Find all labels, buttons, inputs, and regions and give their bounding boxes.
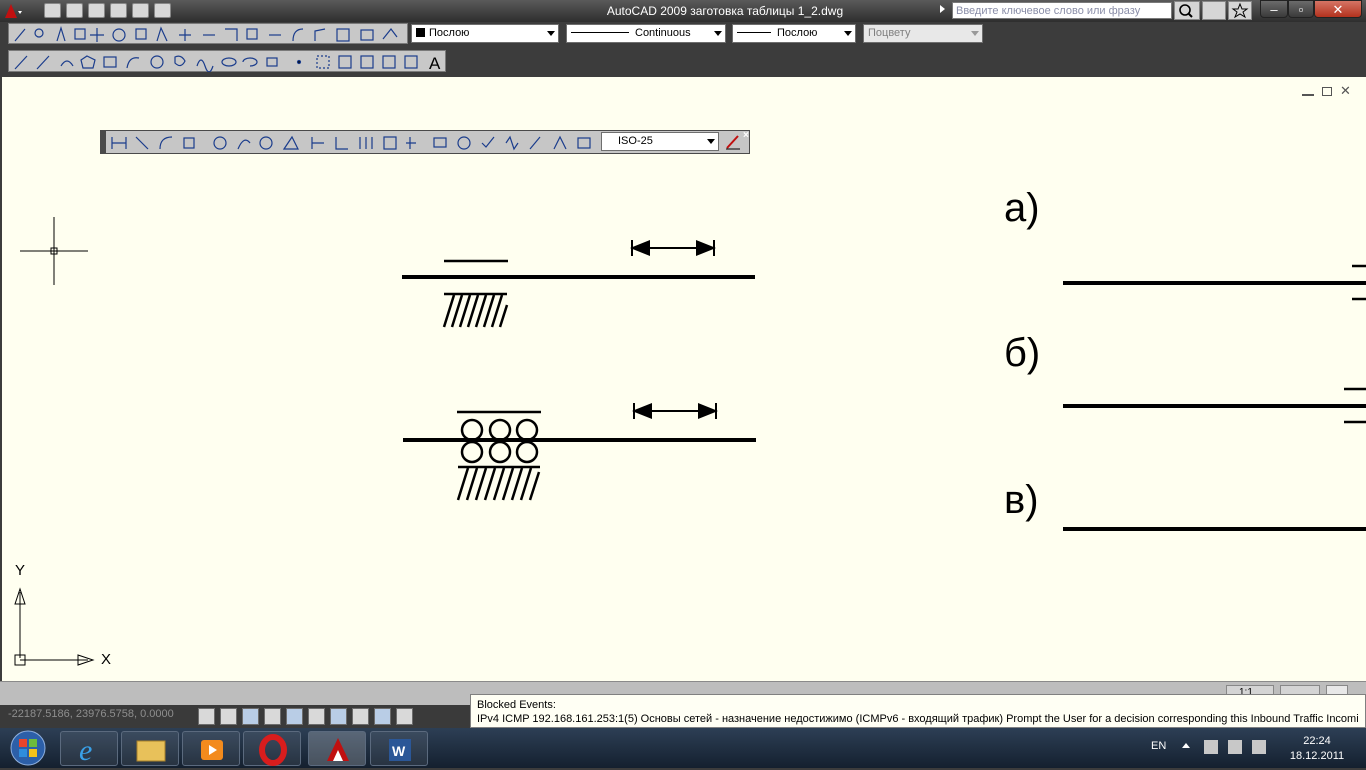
- clock-time: 22:24: [1303, 735, 1331, 747]
- lineweight-dropdown[interactable]: Послою: [732, 24, 856, 43]
- redo-icon[interactable]: [154, 3, 171, 18]
- color-dropdown[interactable]: Послою: [411, 24, 559, 43]
- label-a: а): [1004, 186, 1040, 230]
- volume-icon[interactable]: [1252, 740, 1266, 754]
- label-v: в): [1004, 478, 1039, 522]
- taskbar-word-icon[interactable]: W: [370, 731, 428, 766]
- ucs-y-label: Y: [15, 562, 26, 579]
- modify-tools-icon[interactable]: [11, 25, 407, 44]
- dimension-style-value: ISO-25: [618, 135, 653, 147]
- draw-toolbar: A: [8, 50, 446, 72]
- plotstyle-dropdown[interactable]: Поцвету: [863, 24, 983, 43]
- search-input[interactable]: Введите ключевое слово или фразу: [952, 2, 1172, 19]
- minimize-button[interactable]: –: [1260, 0, 1288, 18]
- lineweight-value: Послою: [777, 27, 818, 39]
- svg-text:W: W: [392, 743, 406, 759]
- start-button[interactable]: [2, 729, 54, 767]
- taskbar-opera-icon[interactable]: [243, 731, 301, 766]
- linetype-dropdown[interactable]: Continuous: [566, 24, 726, 43]
- dimension-style-manager-icon[interactable]: [724, 133, 742, 151]
- ducs-icon[interactable]: [330, 708, 347, 725]
- linetype-sample: [571, 32, 629, 33]
- network-warning-icon[interactable]: [1204, 740, 1218, 754]
- taskbar-explorer-icon[interactable]: [121, 731, 179, 766]
- label-b: б): [1004, 331, 1041, 375]
- polar-icon[interactable]: [264, 708, 281, 725]
- tooltip-title: Blocked Events:: [477, 699, 556, 711]
- osnap-icon[interactable]: [286, 708, 303, 725]
- communication-center-icon[interactable]: [1202, 1, 1226, 20]
- otrack-icon[interactable]: [308, 708, 325, 725]
- toolbar-close-icon[interactable]: ×: [743, 130, 749, 141]
- color-value: Послою: [429, 27, 470, 39]
- blocked-events-tooltip[interactable]: Blocked Events: IPv4 ICMP 192.168.161.25…: [470, 694, 1366, 728]
- new-file-icon[interactable]: [44, 3, 61, 18]
- taskbar-ie-icon[interactable]: e: [60, 731, 118, 767]
- linetype-value: Continuous: [635, 27, 691, 39]
- window-title: AutoCAD 2009 заготовка таблицы 1_2.dwg: [606, 4, 844, 18]
- modify-toolbar: [8, 23, 408, 44]
- maximize-button[interactable]: ▫: [1288, 0, 1314, 18]
- coordinates-readout: -22187.5186, 23976.5758, 0.0000: [8, 708, 174, 720]
- action-center-icon[interactable]: [1228, 740, 1242, 754]
- expand-arrow-icon[interactable]: [940, 5, 945, 13]
- taskbar-autocad-icon[interactable]: [308, 731, 366, 766]
- quick-properties-icon[interactable]: [396, 708, 413, 725]
- close-button[interactable]: ✕: [1314, 0, 1362, 18]
- system-clock[interactable]: 22:24 18.12.2011: [1272, 734, 1362, 764]
- save-icon[interactable]: [88, 3, 105, 18]
- lineweight-sample: [737, 32, 771, 33]
- svg-text:e: e: [79, 734, 92, 767]
- title-bar: AutoCAD 2009 заготовка таблицы 1_2.dwg В…: [0, 0, 1366, 22]
- color-swatch: [416, 28, 425, 37]
- undo-icon[interactable]: [132, 3, 149, 18]
- clock-date: 18.12.2011: [1289, 750, 1345, 762]
- dimension-style-dropdown[interactable]: ISO-25: [601, 132, 719, 151]
- search-icon[interactable]: [1174, 1, 1200, 20]
- svg-text:A: A: [429, 54, 441, 72]
- grid-icon[interactable]: [220, 708, 237, 725]
- open-file-icon[interactable]: [66, 3, 83, 18]
- language-indicator[interactable]: EN: [1151, 740, 1166, 752]
- ucs-x-label: X: [101, 651, 112, 668]
- viewport-close-icon[interactable]: ✕: [1340, 84, 1354, 98]
- plotstyle-value: Поцвету: [868, 27, 911, 39]
- taskbar-media-player-icon[interactable]: [182, 731, 240, 766]
- dyn-icon[interactable]: [352, 708, 369, 725]
- autocad-logo-icon[interactable]: [2, 1, 24, 21]
- favorites-star-icon[interactable]: [1228, 1, 1252, 20]
- draw-tools-icon[interactable]: A: [11, 52, 445, 72]
- dimension-toolbar: ISO-25 ×: [100, 130, 750, 154]
- ortho-icon[interactable]: [242, 708, 259, 725]
- viewport-restore-icon[interactable]: [1322, 87, 1332, 96]
- dimension-tools-icon[interactable]: [110, 133, 598, 152]
- drawing-canvas[interactable]: [2, 77, 1366, 681]
- lineweight-icon[interactable]: [374, 708, 391, 725]
- print-icon[interactable]: [110, 3, 127, 18]
- show-hidden-icons-icon[interactable]: [1182, 743, 1190, 748]
- viewport-minimize-icon[interactable]: [1302, 86, 1314, 96]
- infer-constraints-icon[interactable]: [198, 708, 215, 725]
- tooltip-text: IPv4 ICMP 192.168.161.253:1(5) Основы се…: [477, 713, 1359, 725]
